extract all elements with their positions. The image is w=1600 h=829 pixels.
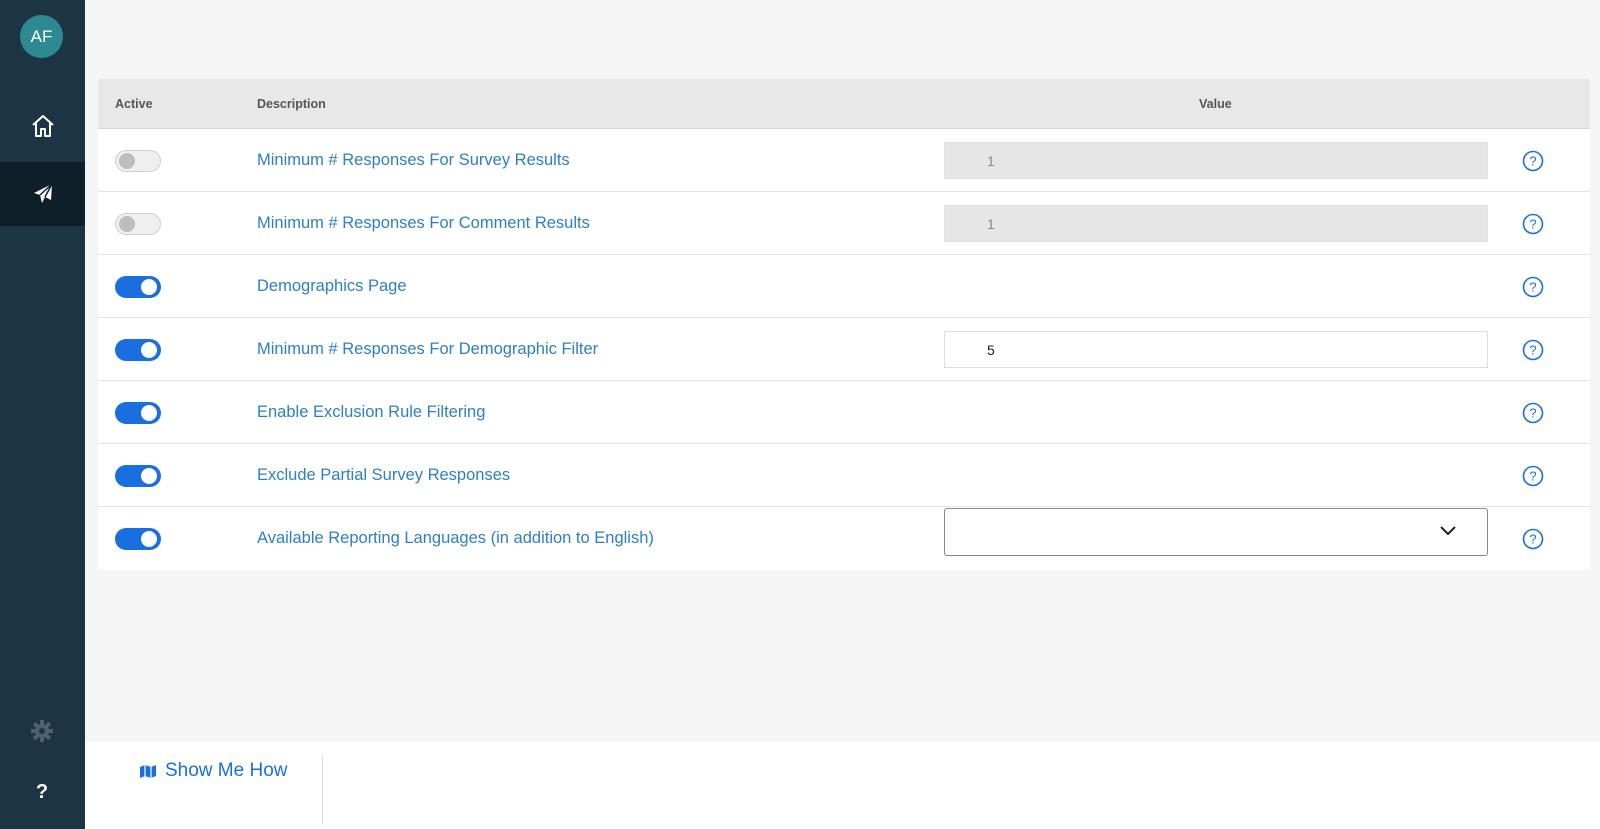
footer-bar: Show Me How xyxy=(85,742,1600,829)
nav-home-button[interactable] xyxy=(0,94,85,158)
active-toggle[interactable] xyxy=(115,276,161,298)
help-circle-icon[interactable]: ? xyxy=(1522,213,1544,235)
table-row: Available Reporting Languages (in additi… xyxy=(98,507,1590,570)
table-row: Exclude Partial Survey Responses ? xyxy=(98,444,1590,507)
svg-text:?: ? xyxy=(1529,469,1536,484)
setting-description[interactable]: Minimum # Responses For Survey Results xyxy=(257,129,570,192)
setting-description[interactable]: Enable Exclusion Rule Filtering xyxy=(257,381,485,444)
table-row: Demographics Page ? xyxy=(98,255,1590,318)
header-description: Description xyxy=(257,97,326,111)
sidebar: AF ? xyxy=(0,0,85,829)
setting-description[interactable]: Minimum # Responses For Demographic Filt… xyxy=(257,318,598,381)
svg-text:?: ? xyxy=(1529,154,1536,169)
table-row: Enable Exclusion Rule Filtering ? xyxy=(98,381,1590,444)
help-circle-icon[interactable]: ? xyxy=(1522,402,1544,424)
nav-settings-button[interactable] xyxy=(29,718,55,744)
svg-text:?: ? xyxy=(1529,280,1536,295)
table-header: Active Description Value xyxy=(98,79,1590,129)
footer-divider xyxy=(322,754,323,824)
table-row: Minimum # Responses For Demographic Filt… xyxy=(98,318,1590,381)
map-icon xyxy=(140,765,156,778)
paper-plane-icon xyxy=(33,183,53,203)
user-avatar[interactable]: AF xyxy=(20,15,63,58)
active-toggle[interactable] xyxy=(115,339,161,361)
help-circle-icon[interactable]: ? xyxy=(1522,150,1544,172)
header-active: Active xyxy=(115,97,153,111)
active-toggle[interactable] xyxy=(115,402,161,424)
language-select[interactable] xyxy=(944,508,1488,556)
help-circle-icon[interactable]: ? xyxy=(1522,276,1544,298)
nav-surveys-button[interactable] xyxy=(0,162,85,226)
setting-description[interactable]: Demographics Page xyxy=(257,255,407,318)
table-row: Minimum # Responses For Survey Results ? xyxy=(98,129,1590,192)
svg-text:?: ? xyxy=(1529,217,1536,232)
svg-text:?: ? xyxy=(1529,406,1536,421)
value-input[interactable] xyxy=(944,331,1488,368)
value-input[interactable] xyxy=(944,142,1488,179)
svg-text:?: ? xyxy=(1529,532,1536,547)
setting-description[interactable]: Available Reporting Languages (in additi… xyxy=(257,507,654,570)
active-toggle[interactable] xyxy=(115,150,161,172)
home-icon xyxy=(31,115,54,137)
table-row: Minimum # Responses For Comment Results … xyxy=(98,192,1590,255)
nav-help-button[interactable]: ? xyxy=(22,776,62,808)
setting-description[interactable]: Exclude Partial Survey Responses xyxy=(257,444,510,507)
gear-icon xyxy=(31,720,53,742)
header-value: Value xyxy=(1199,97,1232,111)
active-toggle[interactable] xyxy=(115,213,161,235)
help-circle-icon[interactable]: ? xyxy=(1522,528,1544,550)
settings-table: Active Description Value Minimum # Respo… xyxy=(98,79,1590,570)
value-input[interactable] xyxy=(944,205,1488,242)
svg-text:?: ? xyxy=(1529,343,1536,358)
show-me-how-label: Show Me How xyxy=(165,760,288,781)
chevron-down-icon xyxy=(1440,526,1456,536)
help-circle-icon[interactable]: ? xyxy=(1522,339,1544,361)
active-toggle[interactable] xyxy=(115,528,161,550)
help-circle-icon[interactable]: ? xyxy=(1522,465,1544,487)
active-toggle[interactable] xyxy=(115,465,161,487)
show-me-how-button[interactable]: Show Me How xyxy=(139,755,288,787)
setting-description[interactable]: Minimum # Responses For Comment Results xyxy=(257,192,590,255)
